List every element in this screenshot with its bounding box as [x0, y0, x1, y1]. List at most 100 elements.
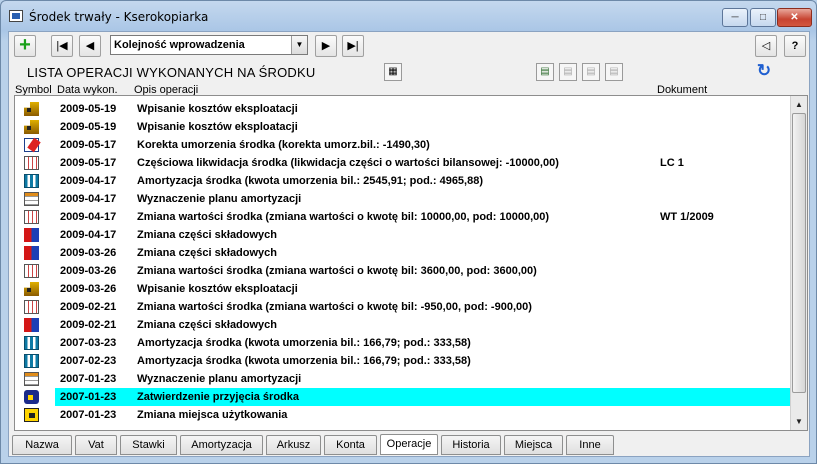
table-row[interactable]: 2009-03-26 Zmiana części składowych: [15, 244, 792, 262]
date-cell: 2007-03-23: [60, 337, 117, 349]
date-cell: 2009-03-26: [60, 247, 117, 259]
document-cell: LC 1: [660, 157, 684, 169]
description-cell: Zmiana części składowych: [137, 247, 278, 259]
tab-konta[interactable]: Konta: [324, 435, 377, 455]
table-row[interactable]: 2009-02-21 Zmiana części składowych: [15, 316, 792, 334]
table-row[interactable]: 2009-03-26 Zmiana wartości środka (zmiana…: [15, 262, 792, 280]
title-bar[interactable]: Środek trwały - Ksero­kopiarka ─ □ ✕: [1, 1, 816, 31]
table-row[interactable]: 2007-01-23 Zmiana miejsca użytkowania: [15, 406, 792, 424]
cost-icon: [24, 282, 39, 296]
scroll-down-button[interactable]: ▼: [791, 413, 807, 430]
first-record-button[interactable]: |◀: [51, 35, 73, 57]
tab-miejsca[interactable]: Miejsca: [504, 435, 563, 455]
amort-icon: [24, 174, 39, 188]
back-button[interactable]: ◁: [755, 35, 777, 57]
tab-nazwa[interactable]: Nazwa: [12, 435, 72, 455]
parts-icon: [24, 228, 39, 242]
next-record-button[interactable]: ▶: [315, 35, 337, 57]
symbol-cell: [23, 191, 41, 207]
description-cell: Wpisanie kosztów eksploatacji: [137, 103, 298, 115]
date-cell: 2009-03-26: [60, 265, 117, 277]
view-operation-icon[interactable]: ▤: [582, 63, 600, 81]
new-operation-icon[interactable]: ▤: [536, 63, 554, 81]
value-icon: [24, 210, 39, 224]
symbol-cell: [23, 119, 41, 135]
symbol-cell: [23, 245, 41, 261]
maximize-button[interactable]: □: [750, 8, 776, 27]
description-cell: Zmiana miejsca użytkowania: [137, 409, 288, 421]
table-row[interactable]: 2009-03-26 Wpisanie kosztów eksploatacji: [15, 280, 792, 298]
table-row[interactable]: 2009-05-17 Korekta umorzenia środka (kore…: [15, 136, 792, 154]
table-row[interactable]: 2009-05-19 Wpisanie kosztów eksploatacji: [15, 100, 792, 118]
description-cell: Amortyzacja środka (kwota umorzenia bil.…: [137, 337, 471, 349]
tab-strip: Nazwa Vat Stawki Amortyzacja Arkusz Konta Oper…: [12, 434, 807, 455]
order-dropdown-value: Kolejność wprowadzenia: [114, 39, 245, 51]
accept-icon: [24, 390, 39, 404]
vertical-scrollbar[interactable]: ▲ ▼: [790, 96, 807, 430]
date-cell: 2009-03-26: [60, 283, 117, 295]
description-cell: Wyznaczenie planu amortyzacji: [137, 193, 302, 205]
tab-vat[interactable]: Vat: [75, 435, 117, 455]
help-button[interactable]: ?: [784, 35, 806, 57]
order-dropdown[interactable]: Kolejność wprowadzenia ▼: [110, 35, 308, 55]
properties-icon[interactable]: ▦: [384, 63, 402, 81]
tab-inne[interactable]: Inne: [566, 435, 614, 455]
window-title: Środek trwały - Ksero­kopiarka: [29, 10, 209, 24]
date-cell: 2007-01-23: [60, 409, 117, 421]
corr-icon: [24, 138, 39, 152]
previous-record-button[interactable]: ◀: [79, 35, 101, 57]
date-cell: 2009-05-17: [60, 157, 117, 169]
date-cell: 2009-02-21: [60, 301, 117, 313]
table-row[interactable]: 2009-04-17 Wyznaczenie planu amortyzacji: [15, 190, 792, 208]
close-button[interactable]: ✕: [777, 8, 812, 27]
symbol-cell: [23, 371, 41, 387]
plan-icon: [24, 372, 39, 386]
date-cell: 2007-01-23: [60, 373, 117, 385]
value-icon: [24, 264, 39, 278]
edit-operation-icon[interactable]: ▤: [559, 63, 577, 81]
chevron-down-icon[interactable]: ▼: [291, 36, 307, 54]
symbol-cell: [23, 155, 41, 171]
delete-operation-icon[interactable]: ▤: [605, 63, 623, 81]
table-row[interactable]: 2009-05-17 Częściowa likwidacja środka (l…: [15, 154, 792, 172]
tab-amortyzacja[interactable]: Amortyzacja: [180, 435, 263, 455]
document-cell: WT 1/2009: [660, 211, 714, 223]
tab-arkusz[interactable]: Arkusz: [266, 435, 321, 455]
symbol-cell: [23, 407, 41, 423]
table-row[interactable]: 2007-01-23 Wyznaczenie planu amortyzacji: [15, 370, 792, 388]
minimize-button[interactable]: ─: [722, 8, 748, 27]
last-record-button[interactable]: ▶|: [342, 35, 364, 57]
description-cell: Wyznaczenie planu amortyzacji: [137, 373, 302, 385]
scroll-up-button[interactable]: ▲: [791, 96, 807, 113]
symbol-cell: [23, 281, 41, 297]
refresh-icon[interactable]: ↻: [755, 62, 773, 81]
description-cell: Wpisanie kosztów eksploatacji: [137, 121, 298, 133]
date-cell: 2009-05-19: [60, 103, 117, 115]
tab-operacje[interactable]: Operacje: [380, 434, 438, 455]
parts-icon: [24, 318, 39, 332]
amort-icon: [24, 336, 39, 350]
table-row[interactable]: 2009-04-17 Amortyzacja środka (kwota umor…: [15, 172, 792, 190]
location-icon: [24, 408, 39, 422]
symbol-cell: [23, 317, 41, 333]
table-row[interactable]: 2009-05-19 Wpisanie kosztów eksploatacji: [15, 118, 792, 136]
tab-stawki[interactable]: Stawki: [120, 435, 177, 455]
table-row[interactable]: 2009-04-17 Zmiana wartości środka (zmiana…: [15, 208, 792, 226]
tab-historia[interactable]: Historia: [441, 435, 501, 455]
cost-icon: [24, 102, 39, 116]
symbol-cell: [23, 209, 41, 225]
date-cell: 2009-04-17: [60, 175, 117, 187]
symbol-cell: [23, 389, 41, 405]
symbol-cell: [23, 299, 41, 315]
table-row[interactable]: 2009-02-21 Zmiana wartości środka (zmiana…: [15, 298, 792, 316]
table-row[interactable]: 2009-04-17 Zmiana części składowych: [15, 226, 792, 244]
table-row[interactable]: 2007-02-23 Amortyzacja środka (kwota umor…: [15, 352, 792, 370]
table-row[interactable]: 2007-03-23 Amortyzacja środka (kwota umor…: [15, 334, 792, 352]
table-row[interactable]: 2007-01-23 Zatwierdzenie przyjęcia środka: [15, 388, 792, 406]
value-icon: [24, 300, 39, 314]
scrollbar-thumb[interactable]: [792, 113, 806, 393]
cost-icon: [24, 120, 39, 134]
add-button[interactable]: +: [14, 35, 36, 57]
date-cell: 2007-01-23: [60, 388, 117, 406]
section-heading: LISTA OPERACJI WYKONANYCH NA ŚRODKU: [27, 65, 316, 80]
